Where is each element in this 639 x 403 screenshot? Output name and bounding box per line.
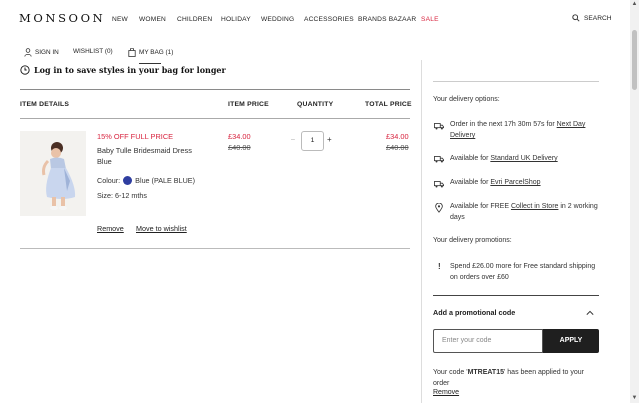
column-header-details: ITEM DETAILS — [20, 101, 70, 108]
parcelshop-icon — [434, 181, 444, 188]
bag-link[interactable]: MY BAG (1) — [128, 48, 173, 57]
nav-item-women[interactable]: WOMEN — [139, 16, 166, 23]
search-label: SEARCH — [584, 14, 612, 22]
move-to-wishlist-link[interactable]: Move to wishlist — [136, 224, 187, 233]
location-pin-icon — [435, 203, 443, 213]
bag-icon — [128, 48, 136, 57]
sign-in-label: SIGN IN — [35, 49, 59, 56]
item-promo-label: 15% OFF FULL PRICE — [97, 132, 174, 141]
promo-applied-pre: Your code ' — [433, 369, 468, 376]
table-top-divider — [20, 89, 410, 90]
sign-in-link[interactable]: SIGN IN — [24, 48, 59, 57]
wishlist-label: WISHLIST (0) — [73, 48, 113, 55]
bag-underline — [139, 63, 161, 64]
evri-parcelshop-option: Available for Evri ParcelShop — [450, 177, 600, 188]
remove-item-link[interactable]: Remove — [97, 224, 124, 233]
promo-code-input[interactable]: Enter your code — [433, 329, 543, 353]
item-colour: Colour: Blue (PALE BLUE) — [97, 176, 195, 185]
search-button[interactable]: SEARCH — [572, 14, 611, 22]
next-day-delivery-option: Order in the next 17h 30m 57s for Next D… — [450, 119, 600, 141]
dress-illustration — [42, 142, 76, 210]
item-price-now: £34.00 — [228, 132, 251, 141]
apply-button[interactable]: APPLY — [543, 329, 599, 353]
evri-parcelshop-link[interactable]: Evri ParcelShop — [490, 179, 540, 186]
login-message-text: Log in to save styles in your bag for lo… — [34, 65, 226, 75]
nav-item-accessories[interactable]: ACCESSORIES — [304, 16, 354, 23]
nav-item-wedding[interactable]: WEDDING — [261, 16, 294, 23]
delivery-promotion-text: Spend £26.00 more for Free standard ship… — [450, 263, 596, 281]
item-size: Size: 6-12 mths — [97, 191, 147, 200]
product-image[interactable] — [20, 131, 86, 216]
table-bottom-divider — [20, 248, 410, 249]
standard-delivery-link[interactable]: Standard UK Delivery — [490, 155, 557, 162]
clock-icon — [20, 65, 30, 75]
nav-item-sale[interactable]: SALE — [421, 16, 439, 23]
exclamation-icon: ! — [438, 262, 441, 271]
nav-item-holiday[interactable]: HOLIDAY — [221, 16, 251, 23]
qty-decrease-button[interactable]: – — [291, 136, 295, 143]
delivery-options-title: Your delivery options: — [433, 96, 500, 103]
collect-text-pre: Available for FREE — [450, 203, 511, 210]
standard-text: Available for — [450, 155, 491, 162]
promo-applied-message: Your code 'MTREAT15' has been applied to… — [433, 367, 598, 389]
scroll-down-icon[interactable]: ▼ — [631, 395, 638, 402]
colour-value: Blue (PALE BLUE) — [135, 176, 195, 185]
promo-section-divider — [433, 295, 599, 296]
table-header-divider — [20, 118, 410, 119]
nav-item-new[interactable]: NEW — [112, 16, 128, 23]
colour-swatch — [123, 176, 133, 185]
scroll-up-icon[interactable]: ▲ — [631, 1, 638, 8]
user-icon — [24, 48, 32, 57]
scrollbar-thumb[interactable] — [632, 30, 637, 90]
chevron-up-icon[interactable] — [586, 310, 594, 316]
collect-in-store-link[interactable]: Collect in Store — [511, 203, 558, 210]
panel-divider — [421, 60, 422, 403]
standard-delivery-icon — [434, 156, 444, 163]
delivery-van-icon — [434, 123, 444, 130]
qty-increase-button[interactable]: + — [327, 135, 332, 144]
nav-item-brands-bazaar[interactable]: BRANDS BAZAAR — [358, 16, 416, 23]
nav-item-children[interactable]: CHILDREN — [177, 16, 212, 23]
item-price-was: £40.00 — [228, 143, 251, 152]
wishlist-link[interactable]: WISHLIST (0) — [73, 48, 113, 55]
brand-logo[interactable]: MONSOON — [19, 11, 105, 25]
collect-in-store-option: Available for FREE Collect in Store in 2… — [450, 201, 600, 223]
search-icon — [572, 14, 580, 22]
column-header-quantity: QUANTITY — [297, 101, 334, 108]
summary-divider — [433, 81, 599, 82]
bag-label: MY BAG (1) — [139, 49, 174, 56]
standard-delivery-option: Available for Standard UK Delivery — [450, 153, 600, 164]
promo-applied-code: MTREAT15 — [467, 369, 504, 376]
item-total-now: £34.00 — [386, 132, 409, 141]
delivery-promotions-title: Your delivery promotions: — [433, 237, 512, 244]
column-header-total: TOTAL PRICE — [365, 101, 412, 108]
quantity-input[interactable]: 1 — [301, 131, 324, 151]
item-total-was: £40.00 — [386, 143, 409, 152]
item-name[interactable]: Baby Tulle Bridesmaid Dress Blue — [97, 145, 207, 167]
column-header-price: ITEM PRICE — [228, 101, 269, 108]
colour-label: Colour: — [97, 176, 121, 185]
login-message[interactable]: Log in to save styles in your bag for lo… — [20, 65, 226, 75]
promo-code-title[interactable]: Add a promotional code — [433, 308, 515, 317]
next-day-text: Order in the next 17h 30m 57s for — [450, 121, 557, 128]
remove-promo-link[interactable]: Remove — [433, 389, 459, 396]
evri-text: Available for — [450, 179, 491, 186]
